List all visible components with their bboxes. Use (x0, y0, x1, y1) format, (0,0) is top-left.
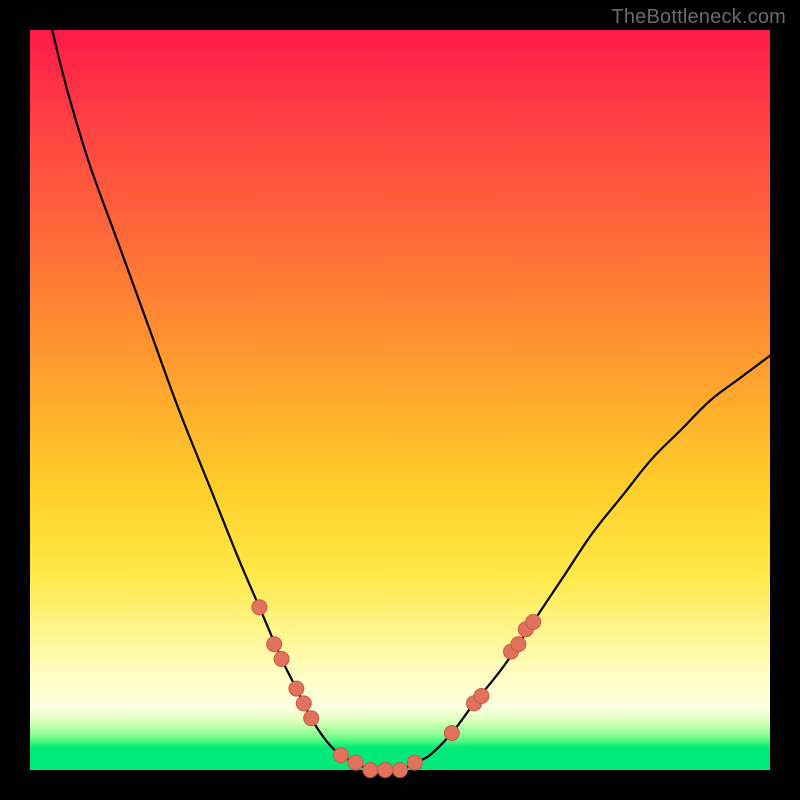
curve-marker (511, 637, 526, 652)
curve-marker (348, 755, 363, 770)
watermark-text: TheBottleneck.com (611, 6, 786, 29)
curve-marker (267, 637, 282, 652)
curve-marker (474, 689, 489, 704)
curve-layer (30, 30, 770, 770)
curve-marker (333, 748, 348, 763)
curve-markers (252, 600, 541, 778)
curve-marker (363, 763, 378, 778)
curve-marker (393, 763, 408, 778)
chart-frame: TheBottleneck.com (0, 0, 800, 800)
curve-marker (274, 652, 289, 667)
bottleneck-curve (52, 30, 770, 771)
curve-marker (407, 755, 422, 770)
curve-marker (378, 763, 393, 778)
curve-marker (444, 726, 459, 741)
curve-marker (526, 615, 541, 630)
curve-marker (289, 681, 304, 696)
curve-marker (296, 696, 311, 711)
plot-area (30, 30, 770, 770)
curve-marker (304, 711, 319, 726)
curve-marker (252, 600, 267, 615)
